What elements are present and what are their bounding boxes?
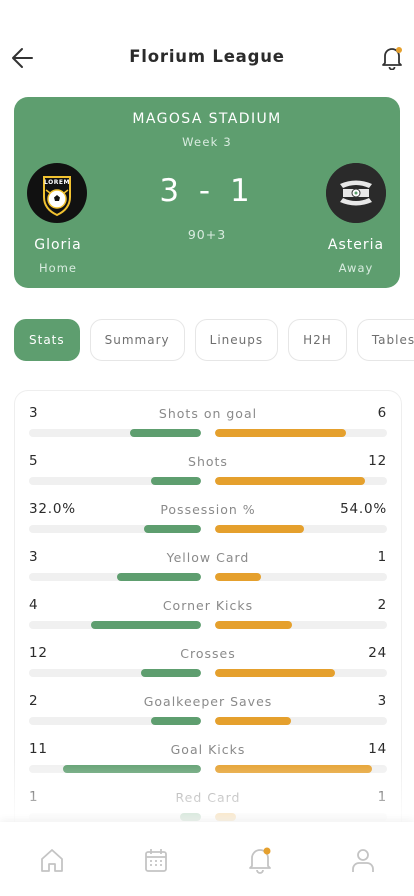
stat-away-bar	[215, 765, 372, 773]
stat-away-bar	[215, 669, 336, 677]
stat-row: 4 Corner Kicks 2	[15, 597, 401, 645]
stat-away-track	[215, 813, 387, 821]
stat-home-track	[29, 765, 201, 773]
stat-away-track	[215, 621, 387, 629]
stat-home-track	[29, 429, 201, 437]
stat-away-track	[215, 669, 387, 677]
stat-row: 2 Goalkeeper Saves 3	[15, 693, 401, 741]
stat-row: 12 Crosses 24	[15, 645, 401, 693]
stat-away-bar	[215, 717, 291, 725]
stat-row: 3 Shots on goal 6	[15, 405, 401, 453]
match-week: Week 3	[182, 135, 232, 149]
stat-home-bar	[130, 429, 201, 437]
stat-label: Goal Kicks	[170, 742, 246, 757]
stat-home-track	[29, 477, 201, 485]
nav-calendar[interactable]	[142, 846, 170, 874]
stat-label: Shots on goal	[158, 406, 258, 421]
stat-home-bar	[90, 621, 201, 629]
match-tabs: Stats Summary Lineups H2H Tables	[14, 319, 414, 361]
stat-label: Goalkeeper Saves	[143, 694, 273, 709]
away-team-name: Asteria	[327, 237, 385, 253]
stat-row: 32.0% Possession % 54.0%	[15, 501, 401, 549]
bottom-nav	[0, 822, 414, 896]
stat-home-bar	[63, 765, 201, 773]
stat-away-track	[215, 717, 387, 725]
stat-home-bar	[180, 813, 201, 821]
nav-profile[interactable]	[349, 846, 377, 874]
stat-away-bar	[215, 525, 305, 533]
stat-away-value: 3	[377, 693, 387, 709]
bell-icon	[249, 847, 271, 874]
stat-home-track	[29, 621, 201, 629]
stat-home-bar	[140, 669, 201, 677]
stat-away-bar	[215, 477, 365, 485]
stat-home-bar	[144, 525, 201, 533]
stat-label: Yellow Card	[166, 550, 250, 565]
app-header: Florium League	[0, 0, 414, 110]
home-icon	[41, 849, 63, 872]
home-team-name: Gloria	[34, 237, 82, 253]
stats-card[interactable]: 3 Shots on goal 6 5 Shots 12 32.0% Possession %…	[14, 390, 402, 862]
tab-summary[interactable]: Summary	[89, 319, 185, 361]
stat-away-track	[215, 429, 387, 437]
stat-away-bar	[215, 813, 236, 821]
stat-away-value: 6	[377, 405, 387, 421]
stat-home-track	[29, 669, 201, 677]
stadium-name: MAGOSA STADIUM	[132, 111, 282, 127]
stat-row: 5 Shots 12	[15, 453, 401, 501]
stat-row: 3 Yellow Card 1	[15, 549, 401, 597]
stat-away-value: 2	[377, 597, 387, 613]
page-title: Florium League	[129, 47, 285, 66]
stat-away-value: 14	[368, 741, 387, 757]
tab-stats[interactable]: Stats	[14, 319, 80, 361]
stat-home-bar	[116, 573, 201, 581]
tab-lineups[interactable]: Lineups	[194, 319, 279, 361]
nav-notifications[interactable]	[246, 846, 274, 874]
stat-away-bar	[215, 429, 346, 437]
stat-home-track	[29, 717, 201, 725]
notification-dot	[396, 47, 402, 53]
match-card[interactable]: MAGOSA STADIUM Week 3 LOREM 3 - 1 90+3 G…	[14, 97, 400, 288]
stat-home-bar	[151, 717, 201, 725]
stat-away-value: 24	[368, 645, 387, 661]
stat-away-bar	[215, 621, 293, 629]
stat-away-track	[215, 573, 387, 581]
user-icon	[352, 849, 374, 872]
match-score: 3 - 1	[159, 173, 255, 209]
tab-h2h[interactable]: H2H	[288, 319, 347, 361]
stat-away-value: 54.0%	[340, 501, 387, 517]
notification-button[interactable]	[381, 46, 403, 71]
stat-home-track	[29, 573, 201, 581]
stat-home-track	[29, 525, 201, 533]
stat-away-value: 1	[377, 549, 387, 565]
stat-away-bar	[215, 573, 262, 581]
home-team-side: Home	[39, 261, 77, 275]
stat-label: Red Card	[175, 790, 241, 805]
stat-away-track	[215, 477, 387, 485]
stat-away-value: 12	[368, 453, 387, 469]
stat-away-value: 1	[377, 789, 387, 805]
stat-home-track	[29, 813, 201, 821]
stat-label: Crosses	[180, 646, 236, 661]
stat-label: Corner Kicks	[162, 598, 254, 613]
tab-tables[interactable]: Tables	[356, 319, 414, 361]
nav-home[interactable]	[38, 846, 66, 874]
stat-label: Shots	[188, 454, 228, 469]
stat-home-bar	[151, 477, 201, 485]
stat-away-track	[215, 765, 387, 773]
calendar-icon	[145, 849, 167, 872]
stat-away-track	[215, 525, 387, 533]
away-team-side: Away	[338, 261, 374, 275]
stat-row: 11 Goal Kicks 14	[15, 741, 401, 789]
